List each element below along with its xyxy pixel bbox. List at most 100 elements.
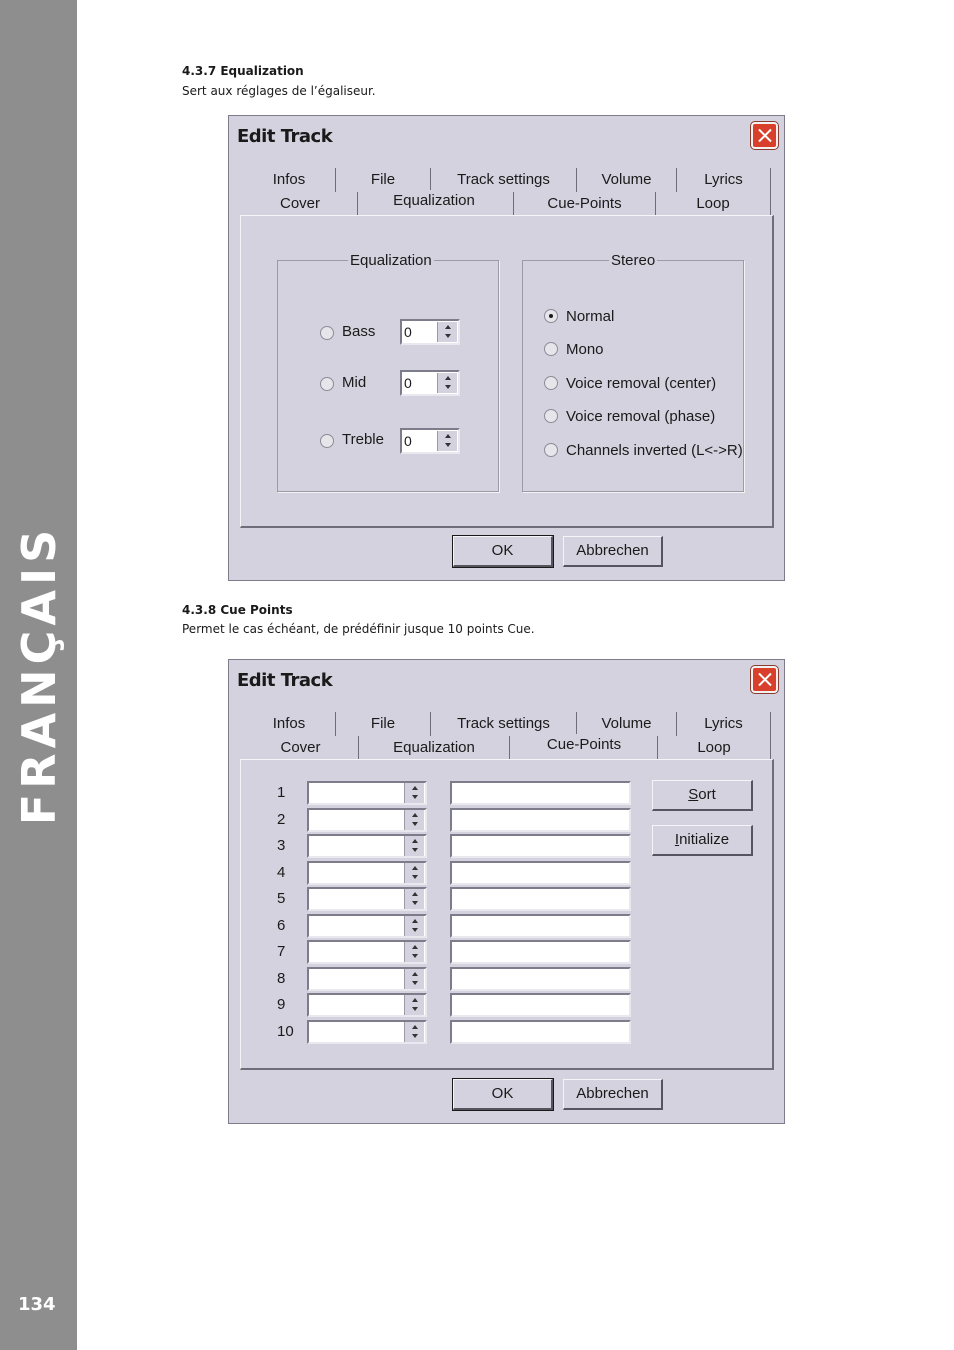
tab-infos[interactable]: Infos — [243, 168, 336, 192]
spin-arrows-icon[interactable] — [404, 942, 424, 962]
cue-name-field[interactable] — [450, 940, 631, 964]
tab-cue-points[interactable]: Cue-Points — [513, 192, 656, 216]
bass-label: Bass — [342, 323, 376, 340]
stereo-channels-inverted-label: Channels inverted (L<->R) — [566, 442, 743, 459]
cue-position-stepper[interactable] — [307, 781, 427, 805]
cue-position-stepper[interactable] — [307, 1020, 427, 1044]
sort-accel: S — [688, 786, 699, 803]
stereo-channels-inverted-radio[interactable] — [544, 443, 558, 457]
treble-stepper[interactable]: 0 — [400, 428, 460, 454]
treble-spin-arrows-icon[interactable] — [437, 431, 457, 451]
cue-number: 3 — [277, 837, 286, 854]
bass-stepper[interactable]: 0 — [400, 319, 460, 345]
bass-spin-arrows-icon[interactable] — [437, 322, 457, 342]
cue-number: 8 — [277, 970, 286, 987]
cue-position-stepper[interactable] — [307, 993, 427, 1017]
spin-arrows-icon[interactable] — [404, 863, 424, 883]
tab-lyrics[interactable]: Lyrics — [677, 712, 771, 736]
tab-lyrics[interactable]: Lyrics — [677, 168, 771, 192]
bass-radio[interactable] — [320, 326, 334, 340]
stereo-group-label: Stereo — [609, 252, 658, 269]
tab-loop[interactable]: Loop — [657, 736, 771, 760]
stereo-voice-center-radio[interactable] — [544, 376, 558, 390]
tab-cover[interactable]: Cover — [243, 736, 359, 760]
edit-track-dialog-cue-points: Edit Track Infos File Track settings Vol… — [228, 659, 785, 1124]
tab-track-settings[interactable]: Track settings — [431, 712, 577, 736]
tab-equalization[interactable]: Equalization — [359, 736, 510, 760]
cue-name-field[interactable] — [450, 887, 631, 911]
stereo-normal-label: Normal — [566, 308, 615, 325]
cue-position-stepper[interactable] — [307, 834, 427, 858]
cue-number: 2 — [277, 811, 286, 828]
language-label: FRANÇAIS — [12, 524, 66, 826]
equalization-panel: Equalization Bass 0 Mid 0 Treble 0 Stere… — [240, 215, 774, 528]
tab-file[interactable]: File — [336, 712, 431, 736]
cancel-button[interactable]: Abbrechen — [563, 1079, 663, 1110]
mid-label: Mid — [342, 374, 367, 391]
treble-label: Treble — [342, 431, 384, 448]
stereo-group: Stereo Normal Mono Voice removal (center… — [522, 252, 744, 492]
mid-spin-arrows-icon[interactable] — [437, 373, 457, 393]
treble-value: 0 — [404, 433, 412, 449]
cue-name-field[interactable] — [450, 1020, 631, 1044]
tab-loop[interactable]: Loop — [656, 192, 771, 216]
ok-button[interactable]: OK — [453, 536, 553, 567]
tab-cover[interactable]: Cover — [243, 192, 358, 216]
tab-track-settings[interactable]: Track settings — [431, 168, 577, 192]
stereo-voice-center-label: Voice removal (center) — [566, 375, 717, 392]
cue-position-stepper[interactable] — [307, 887, 427, 911]
stereo-normal-radio[interactable] — [544, 309, 558, 323]
dialog-title: Edit Track — [237, 126, 333, 147]
initialize-button[interactable]: Initialize — [652, 825, 753, 856]
cue-name-field[interactable] — [450, 914, 631, 938]
cue-name-field[interactable] — [450, 993, 631, 1017]
tab-infos[interactable]: Infos — [243, 712, 336, 736]
treble-radio[interactable] — [320, 434, 334, 448]
cue-number: 7 — [277, 943, 286, 960]
tab-volume[interactable]: Volume — [577, 712, 677, 736]
spin-arrows-icon[interactable] — [404, 810, 424, 830]
mid-stepper[interactable]: 0 — [400, 370, 460, 396]
cue-name-field[interactable] — [450, 861, 631, 885]
dialog-title: Edit Track — [237, 670, 333, 691]
cue-position-stepper[interactable] — [307, 861, 427, 885]
mid-radio[interactable] — [320, 377, 334, 391]
section-heading-cue-points: 4.3.8 Cue Points — [182, 603, 293, 617]
cue-number: 1 — [277, 784, 286, 801]
cancel-button[interactable]: Abbrechen — [563, 536, 663, 567]
cue-position-stepper[interactable] — [307, 914, 427, 938]
close-icon[interactable] — [751, 666, 778, 693]
cue-name-field[interactable] — [450, 967, 631, 991]
bass-value: 0 — [404, 324, 412, 340]
tab-equalization[interactable]: Equalization — [359, 190, 509, 217]
page-number: 134 — [18, 1294, 56, 1315]
cue-name-field[interactable] — [450, 834, 631, 858]
stereo-mono-label: Mono — [566, 341, 604, 358]
initialize-label: nitialize — [679, 831, 730, 848]
cue-name-field[interactable] — [450, 781, 631, 805]
spin-arrows-icon[interactable] — [404, 995, 424, 1015]
cue-position-stepper[interactable] — [307, 808, 427, 832]
spin-arrows-icon[interactable] — [404, 783, 424, 803]
ok-button[interactable]: OK — [453, 1079, 553, 1110]
stereo-mono-radio[interactable] — [544, 342, 558, 356]
spin-arrows-icon[interactable] — [404, 889, 424, 909]
mid-value: 0 — [404, 375, 412, 391]
cue-position-stepper[interactable] — [307, 940, 427, 964]
tab-volume[interactable]: Volume — [577, 168, 677, 192]
stereo-voice-phase-radio[interactable] — [544, 409, 558, 423]
tab-cue-points[interactable]: Cue-Points — [511, 734, 657, 761]
cue-number: 9 — [277, 996, 286, 1013]
tab-file[interactable]: File — [336, 168, 431, 192]
cue-name-field[interactable] — [450, 808, 631, 832]
section-text-equalization: Sert aux réglages de l’égaliseur. — [182, 84, 376, 98]
sort-button[interactable]: Sort — [652, 780, 753, 811]
spin-arrows-icon[interactable] — [404, 1022, 424, 1042]
cue-number: 6 — [277, 917, 286, 934]
spin-arrows-icon[interactable] — [404, 969, 424, 989]
section-text-cue-points: Permet le cas échéant, de prédéfinir jus… — [182, 622, 535, 636]
spin-arrows-icon[interactable] — [404, 916, 424, 936]
spin-arrows-icon[interactable] — [404, 836, 424, 856]
close-icon[interactable] — [751, 122, 778, 149]
cue-position-stepper[interactable] — [307, 967, 427, 991]
